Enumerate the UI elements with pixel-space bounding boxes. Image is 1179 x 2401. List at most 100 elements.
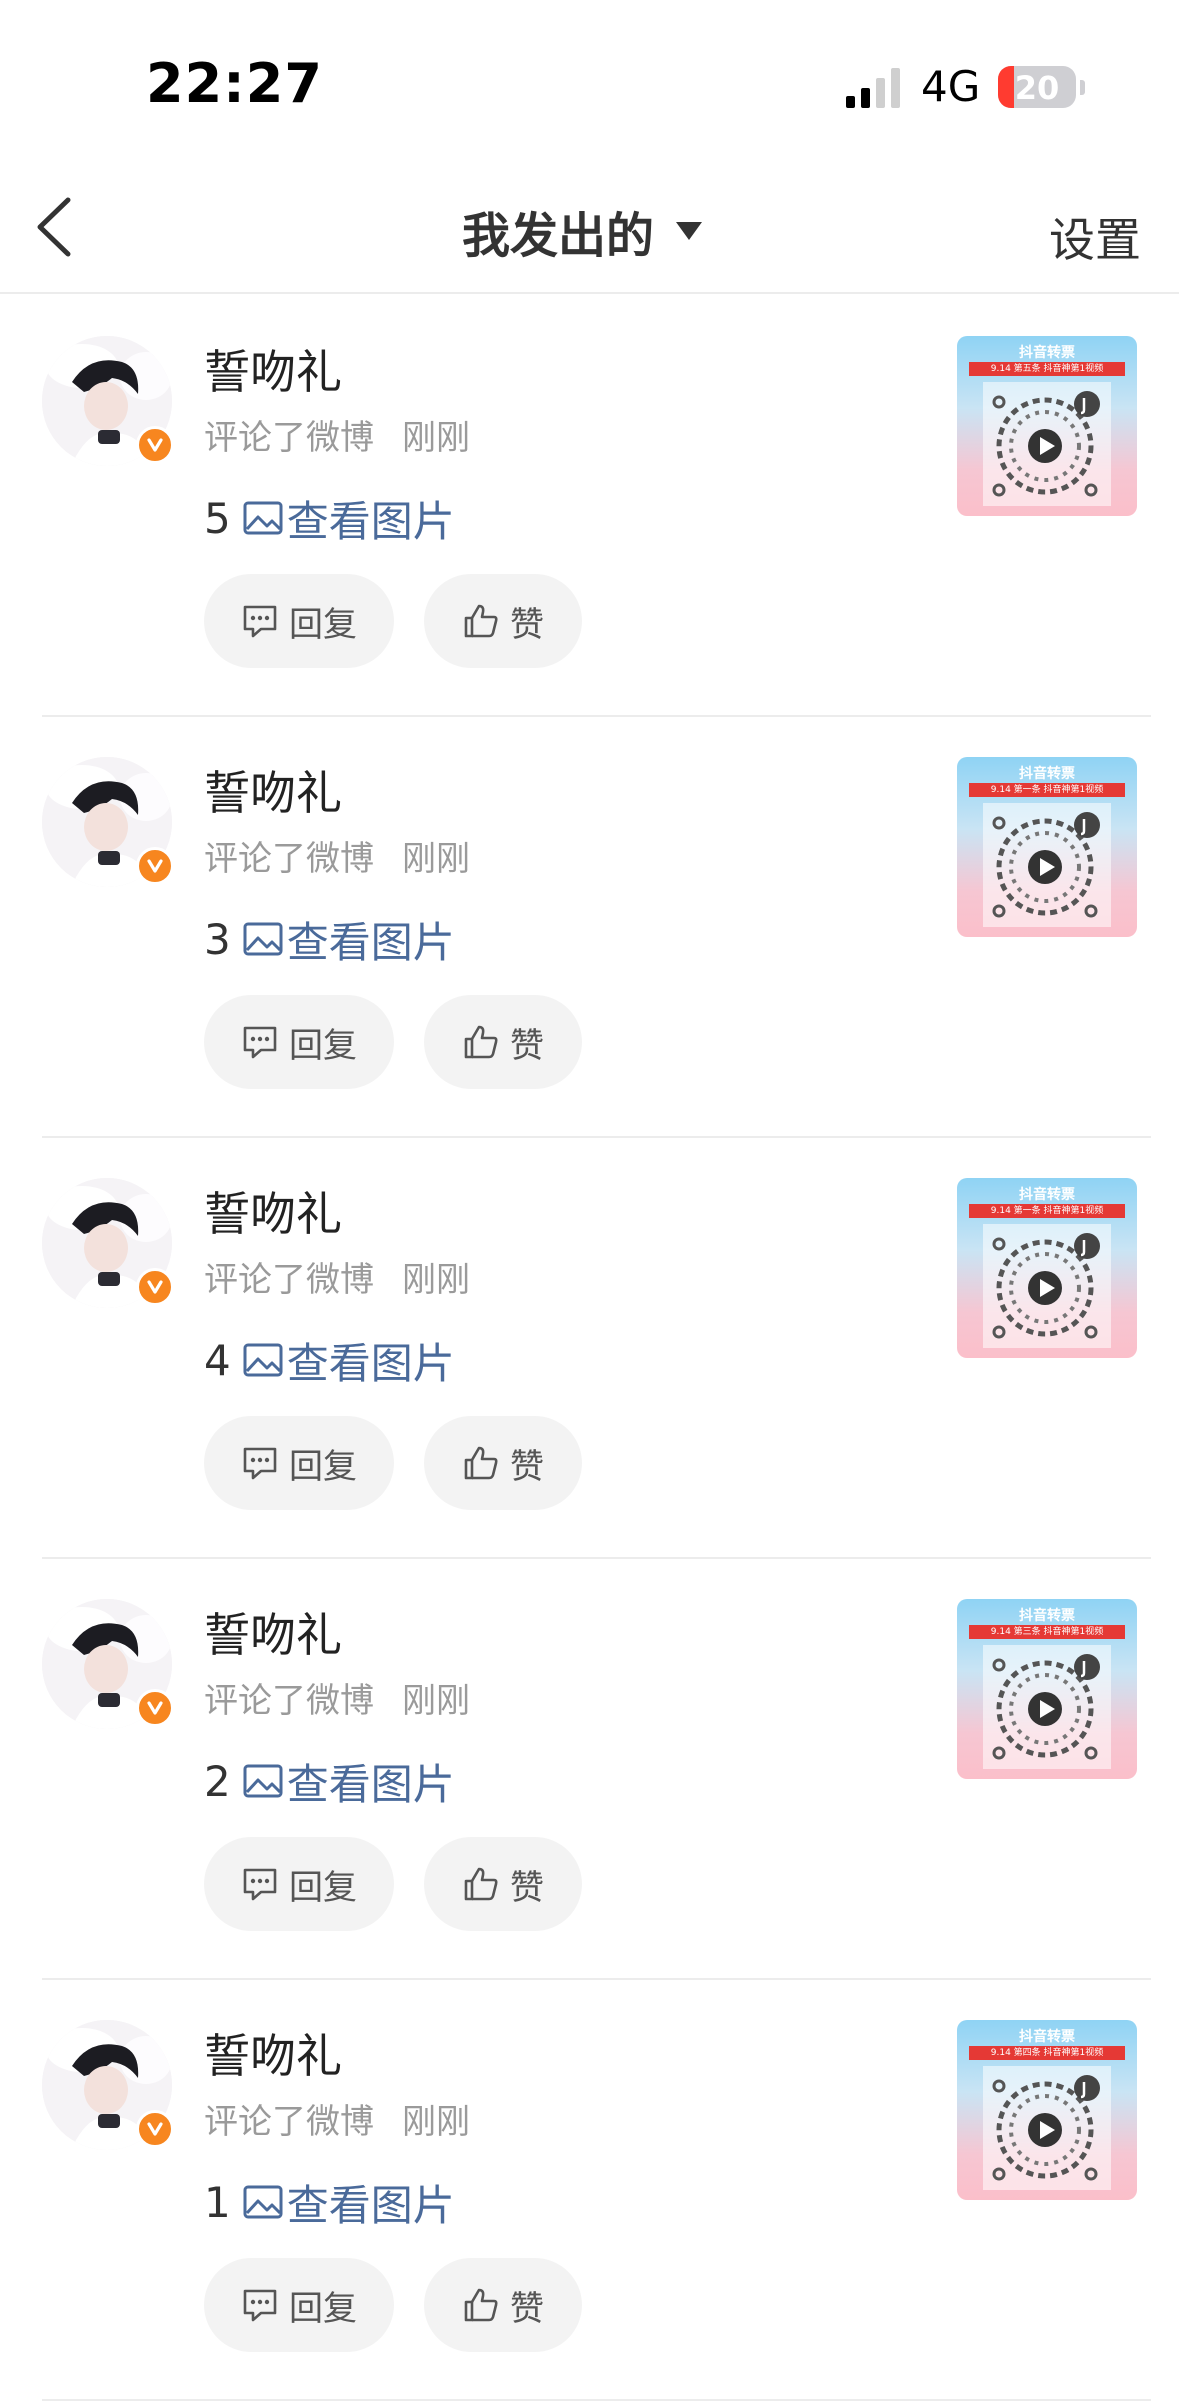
thumbnail-banner: 9.14 第一条 抖音神第1视频	[969, 1204, 1125, 1218]
play-icon	[1028, 429, 1062, 463]
avatar[interactable]	[42, 1599, 174, 1729]
qr-code	[983, 803, 1111, 927]
weibo-thumbnail[interactable]: 抖音转票 9.14 第一条 抖音神第1视频	[957, 757, 1137, 937]
status-bar: 22:27 4G 20	[0, 0, 1179, 170]
view-image-link[interactable]: 查看图片	[287, 1330, 455, 1391]
comment-meta: 评论了微博 刚刚	[204, 1252, 470, 1301]
thumbs-up-icon	[464, 1867, 498, 1901]
picture-icon	[243, 1764, 283, 1798]
weibo-thumbnail[interactable]: 抖音转票 9.14 第一条 抖音神第1视频	[957, 1178, 1137, 1358]
comment-text: 3	[204, 914, 231, 964]
avatar[interactable]	[42, 757, 174, 887]
comment-meta: 评论了微博 刚刚	[204, 831, 470, 880]
timestamp: 刚刚	[402, 418, 470, 458]
comment-content: 4 查看图片	[204, 1330, 455, 1390]
like-button[interactable]: 赞	[424, 995, 582, 1089]
weibo-thumbnail[interactable]: 抖音转票 9.14 第四条 抖音神第1视频	[957, 2020, 1137, 2200]
like-label: 赞	[510, 604, 544, 645]
username[interactable]: 誓吻礼	[204, 757, 342, 823]
battery-cap	[1080, 80, 1085, 95]
thumbnail-header: 抖音转票	[1019, 766, 1075, 782]
avatar[interactable]	[42, 1178, 174, 1308]
network-type: 4G	[921, 62, 981, 111]
comment-item[interactable]: 誓吻礼 评论了微博 刚刚 2 查看图片 回复 赞 抖音转票 9.14 第三条 抖…	[0, 1559, 1179, 1980]
like-label: 赞	[510, 1025, 544, 1066]
picture-icon	[243, 2185, 283, 2219]
avatar[interactable]	[42, 336, 174, 466]
reply-button[interactable]: 回复	[204, 995, 394, 1089]
verified-v-icon	[136, 1689, 174, 1727]
reply-button[interactable]: 回复	[204, 574, 394, 668]
reply-label: 回复	[289, 1025, 357, 1066]
play-icon	[1028, 850, 1062, 884]
action-text: 评论了微博	[204, 1260, 374, 1300]
like-label: 赞	[510, 1867, 544, 1908]
username[interactable]: 誓吻礼	[204, 1178, 342, 1244]
comment-text: 1	[204, 2177, 231, 2227]
username[interactable]: 誓吻礼	[204, 336, 342, 402]
weibo-thumbnail[interactable]: 抖音转票 9.14 第三条 抖音神第1视频	[957, 1599, 1137, 1779]
avatar[interactable]	[42, 2020, 174, 2150]
comment-bubble-icon	[243, 1447, 277, 1480]
timestamp: 刚刚	[402, 2102, 470, 2142]
reply-button[interactable]: 回复	[204, 1837, 394, 1931]
view-image-link[interactable]: 查看图片	[287, 488, 455, 549]
weibo-thumbnail[interactable]: 抖音转票 9.14 第五条 抖音神第1视频	[957, 336, 1137, 516]
thumbs-up-icon	[464, 1446, 498, 1480]
action-text: 评论了微博	[204, 1681, 374, 1721]
like-button[interactable]: 赞	[424, 2258, 582, 2352]
like-button[interactable]: 赞	[424, 1837, 582, 1931]
comment-meta: 评论了微博 刚刚	[204, 1673, 470, 1722]
thumbnail-header: 抖音转票	[1019, 345, 1075, 361]
comment-bubble-icon	[243, 1026, 277, 1059]
thumbnail-banner: 9.14 第四条 抖音神第1视频	[969, 2046, 1125, 2060]
username[interactable]: 誓吻礼	[204, 1599, 342, 1665]
thumbnail-banner: 9.14 第五条 抖音神第1视频	[969, 362, 1125, 376]
verified-v-icon	[136, 1268, 174, 1306]
timestamp: 刚刚	[402, 1260, 470, 1300]
qr-code	[983, 382, 1111, 506]
back-button[interactable]	[30, 192, 80, 262]
comment-item[interactable]: 誓吻礼 评论了微博 刚刚 1 查看图片 回复 赞 抖音转票 9.14 第四条 抖…	[0, 1980, 1179, 2401]
comment-content: 3 查看图片	[204, 909, 455, 969]
reply-button[interactable]: 回复	[204, 1416, 394, 1510]
view-image-link[interactable]: 查看图片	[287, 2172, 455, 2233]
timestamp: 刚刚	[402, 839, 470, 879]
thumbs-up-icon	[464, 1025, 498, 1059]
view-image-link[interactable]: 查看图片	[287, 909, 455, 970]
comment-text: 2	[204, 1756, 231, 1806]
thumbnail-banner: 9.14 第三条 抖音神第1视频	[969, 1625, 1125, 1639]
view-image-link[interactable]: 查看图片	[287, 1751, 455, 1812]
reply-button[interactable]: 回复	[204, 2258, 394, 2352]
status-time: 22:27	[146, 52, 323, 115]
comment-meta: 评论了微博 刚刚	[204, 2094, 470, 2143]
like-label: 赞	[510, 2288, 544, 2329]
picture-icon	[243, 922, 283, 956]
comment-text: 4	[204, 1335, 231, 1385]
nav-bar: 我发出的 设置	[0, 170, 1179, 294]
play-icon	[1028, 1271, 1062, 1305]
thumbnail-banner: 9.14 第一条 抖音神第1视频	[969, 783, 1125, 797]
settings-button[interactable]: 设置	[1049, 204, 1141, 270]
like-button[interactable]: 赞	[424, 574, 582, 668]
action-text: 评论了微博	[204, 418, 374, 458]
like-label: 赞	[510, 1446, 544, 1487]
qr-code	[983, 2066, 1111, 2190]
timestamp: 刚刚	[402, 1681, 470, 1721]
battery-percent: 20	[1014, 69, 1060, 107]
comment-item[interactable]: 誓吻礼 评论了微博 刚刚 4 查看图片 回复 赞 抖音转票 9.14 第一条 抖…	[0, 1138, 1179, 1559]
qr-code	[983, 1645, 1111, 1769]
comment-text: 5	[204, 493, 231, 543]
play-icon	[1028, 2113, 1062, 2147]
reply-label: 回复	[289, 604, 357, 645]
reply-label: 回复	[289, 2288, 357, 2329]
username[interactable]: 誓吻礼	[204, 2020, 342, 2086]
like-button[interactable]: 赞	[424, 1416, 582, 1510]
comment-bubble-icon	[243, 2289, 277, 2322]
qr-code	[983, 1224, 1111, 1348]
comment-content: 2 查看图片	[204, 1751, 455, 1811]
comment-item[interactable]: 誓吻礼 评论了微博 刚刚 5 查看图片 回复 赞 抖音转票 9.14 第五条 抖…	[0, 296, 1179, 717]
comment-meta: 评论了微博 刚刚	[204, 410, 470, 459]
title-dropdown[interactable]: 我发出的	[462, 196, 703, 266]
comment-item[interactable]: 誓吻礼 评论了微博 刚刚 3 查看图片 回复 赞 抖音转票 9.14 第一条 抖…	[0, 717, 1179, 1138]
